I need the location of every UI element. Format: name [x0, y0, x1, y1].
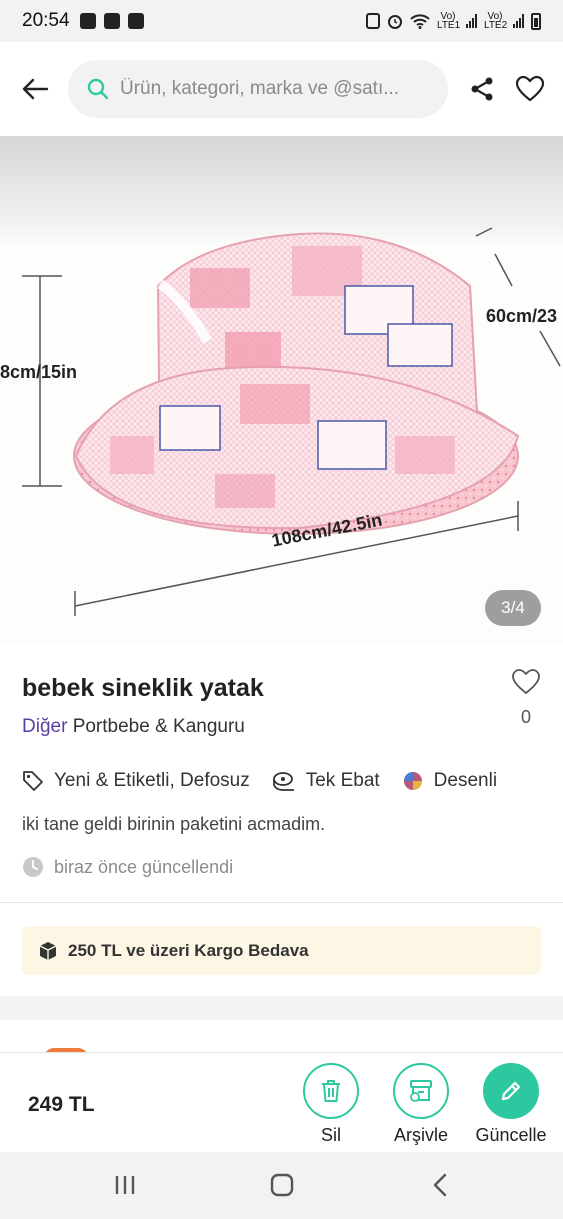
- category-link[interactable]: Diğer: [22, 716, 67, 737]
- gallery-icon: [103, 13, 120, 29]
- alarm-icon: [388, 15, 402, 29]
- section-separator: [0, 996, 563, 1020]
- free-shipping-banner: 250 TL ve üzeri Kargo Bedava: [22, 926, 541, 975]
- clock-icon: [23, 857, 43, 877]
- share-icon[interactable]: [469, 76, 495, 102]
- attribute-size-label: Tek Ebat: [305, 770, 380, 791]
- battery-icon: [531, 12, 541, 30]
- heart-icon[interactable]: [515, 75, 545, 103]
- update-button-label: Güncelle: [475, 1125, 547, 1145]
- back-arrow-icon: [22, 78, 49, 100]
- image-counter-badge: 3/4: [485, 590, 541, 626]
- product-image-gallery[interactable]: 8cm/15in 60cm/23 108cm/42.5in 3/4: [0, 136, 563, 644]
- attribute-condition-label: Yeni & Etiketli, Defosuz: [54, 770, 250, 791]
- status-bar: 20:54 Vo) LTE1 Vo) LTE2: [0, 0, 563, 42]
- pencil-icon: [501, 1081, 521, 1101]
- signal-1-icon: [466, 14, 477, 28]
- attribute-condition: Yeni & Etiketli, Defosuz: [22, 770, 250, 792]
- status-right: Vo) LTE1 Vo) LTE2: [366, 11, 541, 31]
- product-description: iki tane geldi birinin paketini acmadim.: [22, 814, 326, 834]
- height-dimension-label: 8cm/15in: [0, 362, 78, 382]
- tag-icon: [23, 771, 43, 791]
- package-icon: [39, 941, 57, 960]
- price: 249 TL: [28, 1093, 95, 1116]
- recent-apps-icon: [115, 1176, 135, 1194]
- message-icon: [79, 13, 96, 29]
- archive-icon: [410, 1080, 432, 1102]
- wifi-icon: [410, 14, 430, 29]
- app-notification-icon: [127, 13, 144, 29]
- updated-info: biraz önce güncellendi: [22, 856, 233, 878]
- search-input[interactable]: [120, 78, 420, 100]
- color-ball-icon: [403, 772, 422, 790]
- attribute-color: Desenli: [402, 770, 497, 792]
- recent-apps-button[interactable]: [112, 1170, 138, 1200]
- system-back-button[interactable]: [428, 1170, 452, 1200]
- chevron-left-icon: [433, 1173, 447, 1197]
- back-button[interactable]: [18, 72, 52, 106]
- top-header: [0, 42, 563, 136]
- archive-button-label: Arşivle: [393, 1125, 448, 1145]
- product-attributes: Yeni & Etiketli, Defosuz Tek Ebat Desenl…: [22, 770, 497, 792]
- depth-dimension-label: 60cm/23: [486, 306, 558, 326]
- bottom-action-bar: 249 TL Sil Arşivle Güncelle: [0, 1052, 563, 1152]
- signal-2-icon: [513, 14, 524, 28]
- attribute-color-label: Desenli: [433, 770, 498, 791]
- home-button[interactable]: [268, 1170, 296, 1200]
- system-nav-bar: [0, 1152, 563, 1219]
- delete-button[interactable]: Sil: [286, 1063, 376, 1146]
- home-icon: [270, 1173, 294, 1197]
- status-time: 20:54: [22, 10, 70, 31]
- notification-icons: [79, 13, 144, 29]
- product-title: bebek sineklik yatak: [22, 674, 264, 702]
- network-1-label: Vo) LTE1: [437, 11, 461, 31]
- product-image: [22, 227, 561, 616]
- shipping-text: 250 TL ve üzeri Kargo Bedava: [68, 940, 309, 960]
- favorite-count: 0: [520, 707, 531, 727]
- attribute-size: Tek Ebat: [272, 770, 380, 792]
- heart-outline-icon: [512, 669, 540, 694]
- brand-line: Diğer Portbebe & Kanguru: [22, 716, 245, 738]
- brand-name[interactable]: Portbebe & Kanguru: [73, 716, 245, 737]
- update-button[interactable]: Güncelle: [466, 1063, 556, 1146]
- delete-button-label: Sil: [320, 1125, 341, 1145]
- divider: [0, 902, 563, 903]
- trash-icon: [322, 1080, 340, 1102]
- header-actions: [469, 75, 545, 103]
- updated-text: biraz önce güncellendi: [54, 856, 234, 877]
- favorite-button[interactable]: 0: [508, 668, 544, 728]
- tape-measure-icon: [272, 772, 294, 791]
- archive-button[interactable]: Arşivle: [376, 1063, 466, 1146]
- sim-icon: [366, 13, 380, 29]
- search-box[interactable]: [68, 60, 448, 118]
- network-2-label: Vo) LTE2: [484, 11, 508, 31]
- search-icon: [87, 78, 109, 100]
